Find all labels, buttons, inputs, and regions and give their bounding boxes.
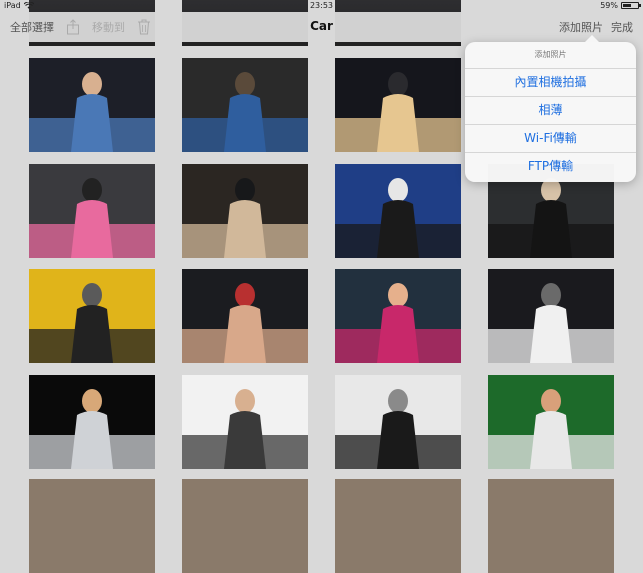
photo-thumbnail[interactable] [29, 375, 155, 469]
album-option[interactable]: 相薄 [465, 97, 636, 125]
status-bar: iPad 23:53 59% [0, 0, 643, 12]
trash-icon[interactable] [137, 19, 151, 35]
photo-thumbnail[interactable] [335, 58, 461, 152]
battery-icon [621, 2, 641, 9]
battery-percent: 59% [600, 1, 618, 10]
photo-thumbnail[interactable] [488, 375, 614, 469]
navigation-bar: 全部選擇 移動到 Car 添加照片 完成 [0, 12, 643, 42]
photo-thumbnail[interactable] [335, 479, 461, 573]
photo-thumbnail[interactable] [182, 479, 308, 573]
photo-thumbnail[interactable] [182, 164, 308, 258]
photo-thumbnail[interactable] [182, 58, 308, 152]
photo-thumbnail[interactable] [335, 164, 461, 258]
photo-thumbnail[interactable] [488, 479, 614, 573]
photo-thumbnail[interactable] [335, 375, 461, 469]
add-photo-popover: 添加照片 內置相機拍攝 相薄 Wi-Fi傳輸 FTP傳輸 [465, 35, 636, 182]
popover-title: 添加照片 [465, 42, 636, 69]
photo-thumbnail[interactable] [488, 269, 614, 363]
move-to-button[interactable]: 移動到 [92, 19, 125, 35]
photo-thumbnail[interactable] [29, 164, 155, 258]
share-icon[interactable] [66, 19, 80, 35]
ftp-transfer-option[interactable]: FTP傳輸 [465, 153, 636, 180]
photo-thumbnail[interactable] [29, 58, 155, 152]
clock: 23:53 [309, 1, 334, 10]
photo-thumbnail[interactable] [335, 269, 461, 363]
photo-thumbnail[interactable] [182, 375, 308, 469]
select-all-button[interactable]: 全部選擇 [10, 19, 54, 35]
photo-thumbnail[interactable] [182, 269, 308, 363]
add-photo-button[interactable]: 添加照片 [559, 19, 603, 35]
photo-thumbnail[interactable] [29, 269, 155, 363]
wifi-transfer-option[interactable]: Wi-Fi傳輸 [465, 125, 636, 153]
photo-thumbnail[interactable] [29, 479, 155, 573]
done-button[interactable]: 完成 [611, 19, 633, 35]
camera-capture-option[interactable]: 內置相機拍攝 [465, 69, 636, 97]
